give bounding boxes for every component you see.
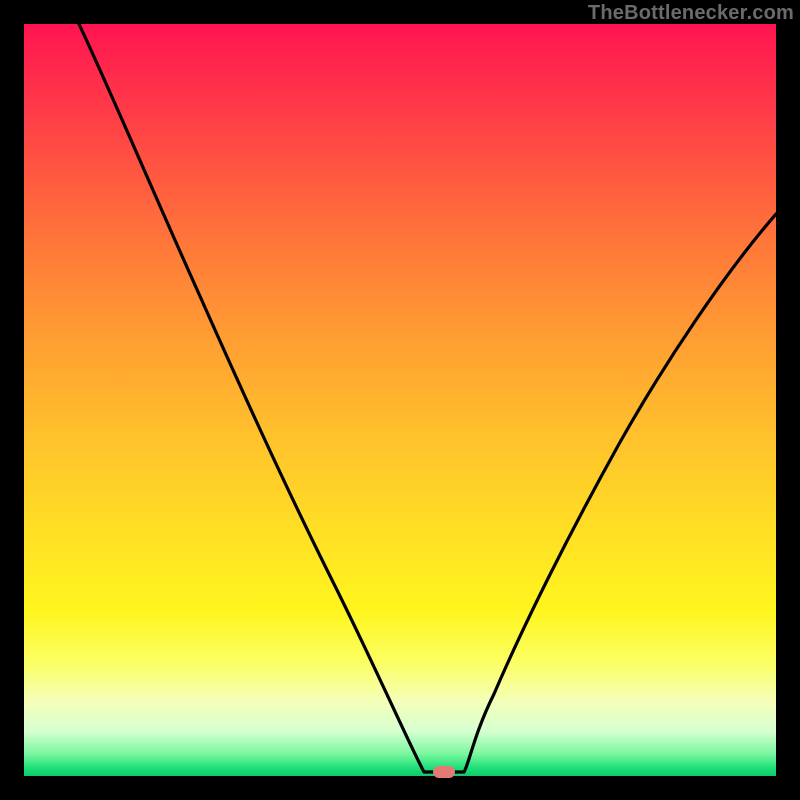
plot-area — [24, 24, 776, 776]
curve-path — [79, 24, 776, 772]
chart-frame: TheBottlenecker.com — [0, 0, 800, 800]
bottleneck-curve — [24, 24, 776, 776]
optimal-marker — [433, 766, 455, 778]
watermark-text: TheBottlenecker.com — [588, 2, 794, 25]
